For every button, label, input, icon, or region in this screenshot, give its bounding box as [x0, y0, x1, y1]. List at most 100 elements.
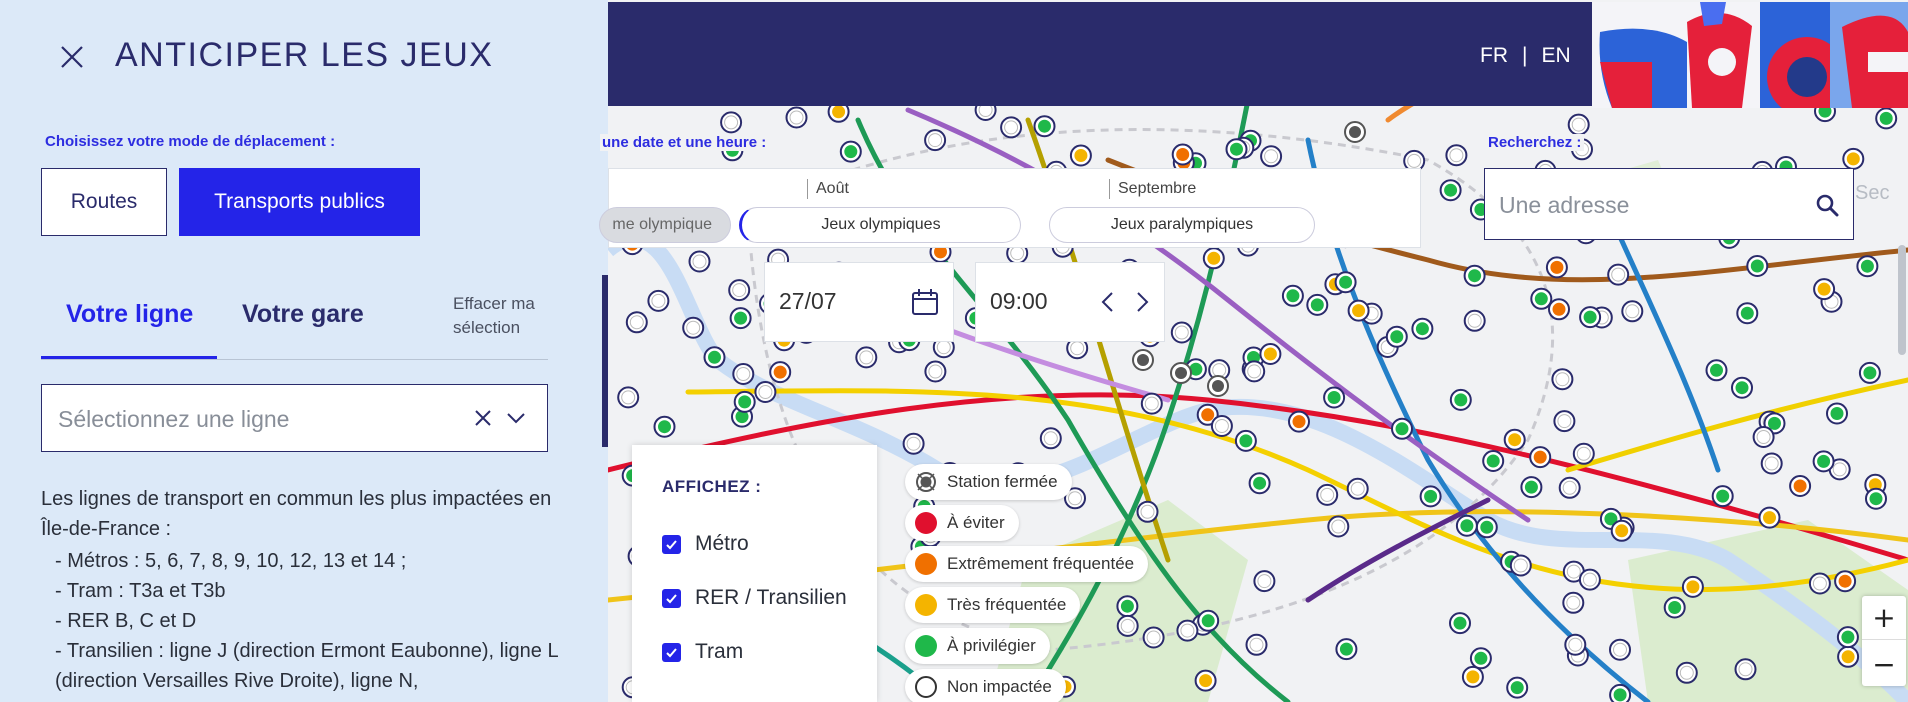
station-status-dot — [686, 320, 701, 335]
station-status-dot — [1474, 651, 1488, 665]
layer-metro-toggle[interactable]: Métro — [662, 532, 749, 556]
period-paralympic-games-button[interactable]: Jeux paralympiques — [1049, 207, 1315, 243]
avoid-dot-icon — [915, 512, 937, 534]
zoom-in-button[interactable]: + — [1862, 596, 1906, 640]
chevron-down-icon[interactable] — [505, 407, 527, 429]
list-item: - RER B, C et D — [55, 610, 197, 632]
station-status-dot — [1120, 599, 1134, 613]
period-olympic-games-button[interactable]: Jeux olympiques — [739, 207, 1021, 243]
time-field[interactable]: 09:00 — [975, 262, 1165, 342]
legend-station-closed: Station fermée — [905, 464, 1072, 500]
station-status-dot — [928, 133, 943, 148]
legend-extreme: Extrêmement fréquentée — [905, 546, 1149, 582]
tabs-divider — [41, 359, 548, 360]
legend-very-busy: Très fréquentée — [905, 587, 1081, 623]
close-icon[interactable] — [58, 43, 86, 71]
station-status-dot — [1615, 524, 1629, 538]
closed-station-dot — [1349, 126, 1361, 138]
station-status-dot — [1407, 153, 1422, 168]
station-status-dot — [1763, 511, 1776, 525]
station-status-dot — [1320, 487, 1335, 502]
month-label-aout: Août — [807, 179, 849, 199]
date-field[interactable]: 27/07 — [764, 262, 954, 342]
station-status-dot — [1768, 416, 1781, 430]
checkbox-checked[interactable] — [662, 642, 681, 662]
period-olympic-theme-button[interactable]: me olympique — [599, 207, 731, 243]
tab-votre-gare[interactable]: Votre gare — [242, 300, 364, 329]
layer-rer-toggle[interactable]: RER / Transilien — [662, 586, 847, 610]
line-select-dropdown[interactable]: Sélectionnez une ligne — [41, 384, 548, 452]
station-status-dot — [1444, 183, 1458, 197]
station-status-dot — [1180, 623, 1195, 638]
station-status-dot — [1562, 480, 1577, 495]
top-header-bar: FR | EN — [608, 2, 1908, 108]
station-status-dot — [1480, 520, 1494, 534]
lang-en-link[interactable]: EN — [1541, 44, 1570, 68]
station-status-dot — [1738, 662, 1753, 677]
station-status-dot — [1750, 259, 1764, 273]
address-search-input[interactable]: Une adresse — [1484, 168, 1854, 240]
mode-routes-button[interactable]: Routes — [41, 168, 167, 236]
station-status-dot — [1510, 681, 1524, 695]
paris-2024-logo-graphic[interactable] — [1592, 2, 1908, 108]
checkbox-checked[interactable] — [662, 534, 681, 554]
station-status-dot — [1415, 322, 1429, 336]
impacted-lines-list: - Métros : 5, 6, 7, 8, 9, 10, 12, 13 et … — [55, 546, 561, 696]
clear-selection-link[interactable]: Effacer ma sélection — [453, 292, 563, 340]
station-status-dot — [1257, 574, 1272, 589]
very-busy-dot-icon — [915, 594, 937, 616]
station-status-dot — [1817, 282, 1831, 296]
station-status-dot — [1176, 148, 1190, 161]
station-status-dot — [1793, 479, 1807, 493]
station-status-dot — [1253, 476, 1267, 490]
station-status-dot — [1566, 564, 1581, 579]
search-placeholder: Une adresse — [1499, 192, 1630, 218]
station-status-dot — [1467, 313, 1482, 328]
time-value: 09:00 — [990, 288, 1048, 314]
station-status-dot — [621, 390, 636, 405]
station-status-dot — [1239, 434, 1253, 448]
month-label-septembre: Septembre — [1109, 179, 1196, 199]
legend-label: Station fermée — [947, 472, 1058, 491]
station-status-dot — [1352, 304, 1366, 318]
zoom-out-button[interactable]: − — [1862, 642, 1906, 686]
station-status-dot — [1004, 120, 1019, 135]
closed-station-icon — [916, 472, 936, 492]
tab-votre-ligne[interactable]: Votre ligne — [66, 300, 193, 329]
station-status-dot — [1860, 259, 1874, 273]
panel-scrollbar[interactable] — [602, 275, 608, 447]
station-status-dot — [789, 110, 804, 125]
mode-public-transport-button[interactable]: Transports publics — [179, 168, 420, 236]
chevron-left-icon[interactable] — [1097, 290, 1119, 314]
layer-tram-label: Tram — [695, 640, 744, 663]
checkbox-checked[interactable] — [662, 588, 681, 608]
list-item: - Métros : 5, 6, 7, 8, 9, 10, 12, 13 et … — [55, 550, 407, 572]
impacted-lines-info: Les lignes de transport en commun les pl… — [41, 484, 561, 696]
station-status-dot — [1310, 298, 1324, 312]
layer-tram-toggle[interactable]: Tram — [662, 640, 743, 664]
station-status-dot — [859, 350, 874, 365]
cut-off-text: Sec — [1855, 182, 1890, 204]
station-status-dot — [1010, 246, 1025, 261]
list-item: - Transilien : ligne J (direction Ermont… — [55, 640, 558, 692]
station-status-dot — [724, 115, 739, 130]
lang-fr-link[interactable]: FR — [1480, 44, 1508, 68]
station-status-dot — [1568, 637, 1583, 652]
calendar-icon[interactable] — [910, 287, 940, 317]
page-scrollbar[interactable] — [1898, 245, 1906, 355]
station-status-dot — [651, 293, 666, 308]
station-status-dot — [1533, 450, 1547, 464]
not-impacted-dot-icon — [915, 676, 937, 698]
station-status-dot — [1576, 446, 1591, 461]
station-status-dot — [1625, 304, 1640, 319]
search-icon[interactable] — [1815, 193, 1839, 217]
station-status-dot — [1201, 408, 1215, 422]
station-status-dot — [1207, 251, 1221, 265]
station-status-dot — [1074, 149, 1088, 162]
clear-icon[interactable] — [472, 407, 494, 429]
chevron-right-icon[interactable] — [1131, 290, 1153, 314]
station-status-dot — [1264, 149, 1279, 164]
station-status-dot — [1174, 325, 1189, 340]
station-status-dot — [1212, 363, 1227, 378]
period-timeline: Août Septembre me olympique Jeux olympiq… — [599, 168, 1421, 248]
